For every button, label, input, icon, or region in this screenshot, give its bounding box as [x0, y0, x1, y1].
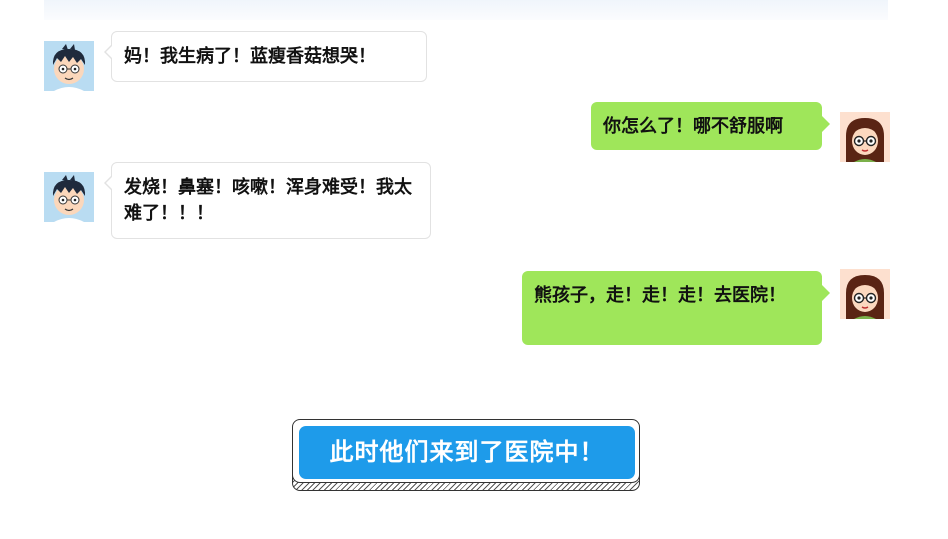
boy-avatar-icon	[44, 172, 94, 222]
banner-label: 此时他们来到了医院中！	[299, 426, 635, 479]
chat-bubble-boy-1: 妈！我生病了！蓝瘦香菇想哭！	[104, 31, 427, 82]
scene-banner: 此时他们来到了医院中！	[292, 419, 640, 491]
top-strip	[44, 0, 888, 20]
message-text: 妈！我生病了！蓝瘦香菇想哭！	[124, 46, 376, 67]
boy-avatar-icon	[44, 41, 94, 91]
message-text: 发烧！鼻塞！咳嗽！浑身难受！我太难了！！！	[124, 177, 412, 224]
chat-bubble-mom-1: 你怎么了！哪不舒服啊	[591, 102, 830, 150]
mom-avatar-icon	[840, 269, 890, 319]
message-text: 你怎么了！哪不舒服啊	[603, 116, 783, 137]
mom-avatar-icon	[840, 112, 890, 162]
chat-bubble-mom-2: 熊孩子，走！走！走！去医院！	[522, 271, 830, 345]
message-text: 熊孩子，走！走！走！去医院！	[534, 285, 786, 306]
chat-bubble-boy-2: 发烧！鼻塞！咳嗽！浑身难受！我太难了！！！	[104, 162, 431, 239]
banner-frame: 此时他们来到了医院中！	[292, 419, 640, 483]
